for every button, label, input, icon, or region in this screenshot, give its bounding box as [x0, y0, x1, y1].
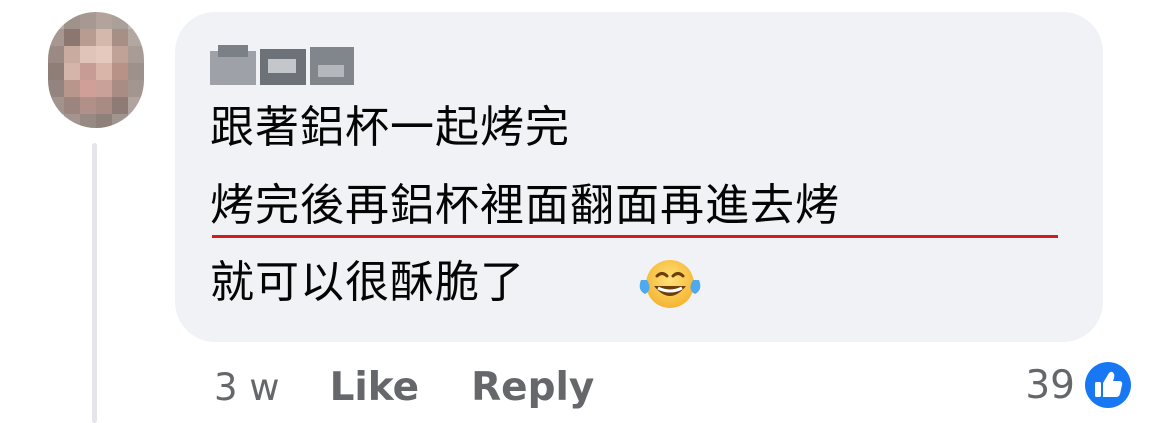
avatar-pixel: [48, 46, 64, 63]
comment-line-1: 跟著鋁杯一起烤完: [210, 102, 570, 153]
reaction-count: 39: [1025, 362, 1075, 408]
avatar-pixel: [128, 29, 144, 46]
avatar-pixel: [48, 63, 64, 80]
avatar-pixel: [112, 114, 128, 128]
red-underline-annotation: [212, 235, 1058, 238]
avatar-pixel: [64, 97, 80, 114]
avatar-pixel: [80, 29, 96, 46]
avatar-pixel: [112, 63, 128, 80]
comment-line-2: 烤完後再鋁杯裡面翻面再進去烤: [210, 180, 840, 231]
thumbs-up-icon: [1082, 359, 1134, 411]
avatar-pixel: [64, 80, 80, 97]
avatar-pixel: [80, 63, 96, 80]
avatar-pixel: [128, 63, 144, 80]
avatar-pixel: [112, 46, 128, 63]
avatar-pixel: [80, 114, 96, 128]
reaction-summary[interactable]: 39: [1025, 354, 1135, 416]
avatar-pixel: [112, 12, 128, 29]
thread-line: [92, 143, 97, 423]
avatar-pixel: [112, 97, 128, 114]
reply-button[interactable]: Reply: [471, 365, 594, 410]
comment-actions: 3 w Like Reply: [210, 360, 594, 414]
avatar-pixel: [128, 46, 144, 63]
avatar-pixel: [96, 46, 112, 63]
timestamp[interactable]: 3 w: [214, 366, 280, 409]
avatar-pixel: [128, 97, 144, 114]
avatar-pixel: [48, 12, 64, 29]
avatar-pixel: [48, 97, 64, 114]
avatar-pixel: [112, 80, 128, 97]
avatar-pixel: [128, 12, 144, 29]
avatar-pixel: [48, 114, 64, 128]
avatar-pixel: [80, 12, 96, 29]
avatar-pixel: [48, 29, 64, 46]
avatar-pixel: [96, 97, 112, 114]
avatar-pixel: [80, 80, 96, 97]
avatar-pixel: [96, 29, 112, 46]
avatar-pixel: [128, 114, 144, 128]
avatar-pixel: [96, 12, 112, 29]
comment-line-3: 就可以很酥脆了: [210, 257, 525, 308]
avatar-pixel: [64, 29, 80, 46]
avatar[interactable]: [48, 12, 144, 128]
avatar-pixel: [80, 97, 96, 114]
avatar-pixel: [80, 46, 96, 63]
avatar-pixel: [64, 63, 80, 80]
avatar-pixel: [64, 12, 80, 29]
avatar-pixel: [64, 46, 80, 63]
author-name-redacted[interactable]: [210, 43, 360, 87]
avatar-pixel: [112, 29, 128, 46]
avatar-pixel: [96, 114, 112, 128]
like-button[interactable]: Like: [330, 365, 420, 410]
avatar-pixel: [64, 114, 80, 128]
face-with-tears-of-joy-icon: [639, 260, 701, 308]
avatar-pixel: [48, 80, 64, 97]
avatar-pixel: [96, 63, 112, 80]
avatar-pixel: [128, 80, 144, 97]
avatar-pixel: [96, 80, 112, 97]
